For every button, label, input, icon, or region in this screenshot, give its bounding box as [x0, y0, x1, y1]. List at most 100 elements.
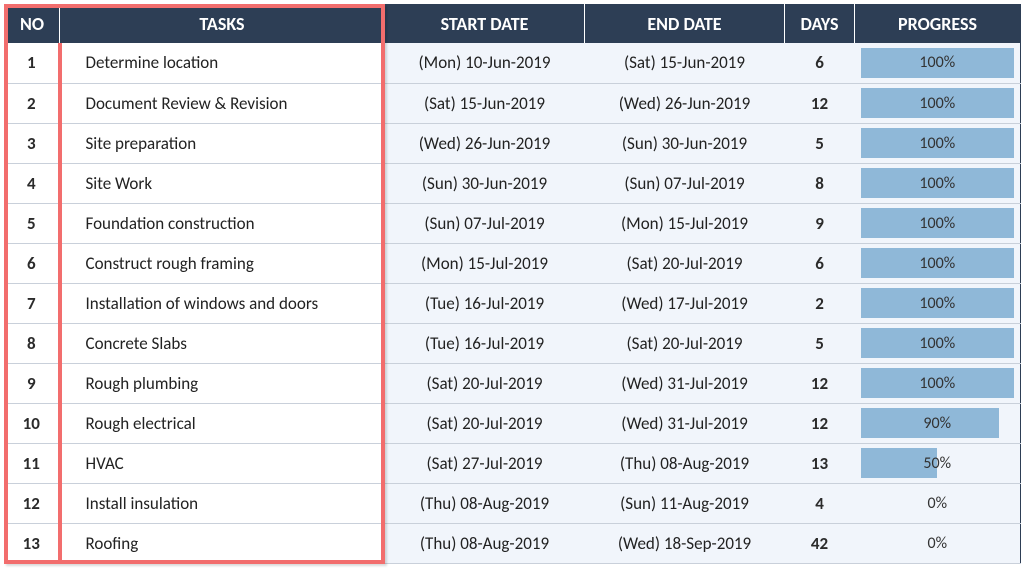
- header-end[interactable]: END DATE: [585, 5, 785, 44]
- cell-end[interactable]: (Wed) 31-Jul-2019: [585, 403, 785, 443]
- cell-start[interactable]: (Sat) 27-Jul-2019: [385, 443, 585, 483]
- cell-start[interactable]: (Sat) 20-Jul-2019: [385, 403, 585, 443]
- cell-no[interactable]: 13: [5, 523, 60, 563]
- cell-no[interactable]: 5: [5, 203, 60, 243]
- cell-task[interactable]: Foundation construction: [60, 203, 385, 243]
- cell-end[interactable]: (Sat) 20-Jul-2019: [585, 243, 785, 283]
- cell-task[interactable]: Site Work: [60, 163, 385, 203]
- cell-days[interactable]: 12: [785, 363, 855, 403]
- header-no[interactable]: NO: [5, 5, 60, 44]
- cell-days[interactable]: 6: [785, 43, 855, 83]
- cell-no[interactable]: 1: [5, 43, 60, 83]
- header-start[interactable]: START DATE: [385, 5, 585, 44]
- cell-no[interactable]: 7: [5, 283, 60, 323]
- cell-progress[interactable]: 50%: [855, 443, 1021, 483]
- progress-bar: 90%: [861, 408, 1015, 438]
- progress-bar: 0%: [861, 488, 1015, 518]
- cell-progress[interactable]: 100%: [855, 163, 1021, 203]
- cell-start[interactable]: (Thu) 08-Aug-2019: [385, 523, 585, 563]
- cell-progress[interactable]: 0%: [855, 523, 1021, 563]
- cell-progress[interactable]: 100%: [855, 43, 1021, 83]
- cell-days[interactable]: 5: [785, 323, 855, 363]
- cell-no[interactable]: 2: [5, 83, 60, 123]
- cell-progress[interactable]: 100%: [855, 283, 1021, 323]
- cell-days[interactable]: 4: [785, 483, 855, 523]
- cell-no[interactable]: 9: [5, 363, 60, 403]
- cell-task[interactable]: Construct rough framing: [60, 243, 385, 283]
- cell-task[interactable]: Install insulation: [60, 483, 385, 523]
- cell-task[interactable]: Installation of windows and doors: [60, 283, 385, 323]
- header-tasks[interactable]: TASKS: [60, 5, 385, 44]
- cell-start[interactable]: (Wed) 26-Jun-2019: [385, 123, 585, 163]
- cell-start[interactable]: (Mon) 15-Jul-2019: [385, 243, 585, 283]
- progress-label: 100%: [861, 248, 1015, 278]
- cell-task[interactable]: Rough electrical: [60, 403, 385, 443]
- cell-no[interactable]: 12: [5, 483, 60, 523]
- cell-start[interactable]: (Sun) 07-Jul-2019: [385, 203, 585, 243]
- progress-bar: 100%: [861, 168, 1015, 198]
- cell-end[interactable]: (Wed) 31-Jul-2019: [585, 363, 785, 403]
- cell-progress[interactable]: 100%: [855, 323, 1021, 363]
- header-days[interactable]: DAYS: [785, 5, 855, 44]
- cell-progress[interactable]: 100%: [855, 243, 1021, 283]
- cell-days[interactable]: 9: [785, 203, 855, 243]
- cell-task[interactable]: Site preparation: [60, 123, 385, 163]
- cell-task[interactable]: Determine location: [60, 43, 385, 83]
- cell-end[interactable]: (Thu) 08-Aug-2019: [585, 443, 785, 483]
- cell-no[interactable]: 11: [5, 443, 60, 483]
- cell-no[interactable]: 3: [5, 123, 60, 163]
- progress-label: 90%: [861, 408, 1015, 438]
- cell-task[interactable]: Concrete Slabs: [60, 323, 385, 363]
- table-row: 5Foundation construction(Sun) 07-Jul-201…: [5, 203, 1021, 243]
- cell-progress[interactable]: 100%: [855, 123, 1021, 163]
- cell-days[interactable]: 13: [785, 443, 855, 483]
- cell-days[interactable]: 12: [785, 83, 855, 123]
- cell-no[interactable]: 8: [5, 323, 60, 363]
- cell-start[interactable]: (Sun) 30-Jun-2019: [385, 163, 585, 203]
- cell-end[interactable]: (Sat) 20-Jul-2019: [585, 323, 785, 363]
- header-row: NO TASKS START DATE END DATE DAYS PROGRE…: [5, 5, 1021, 44]
- cell-days[interactable]: 2: [785, 283, 855, 323]
- cell-end[interactable]: (Wed) 17-Jul-2019: [585, 283, 785, 323]
- table-row: 10Rough electrical(Sat) 20-Jul-2019(Wed)…: [5, 403, 1021, 443]
- cell-task[interactable]: Rough plumbing: [60, 363, 385, 403]
- progress-bar: 100%: [861, 288, 1015, 318]
- cell-progress[interactable]: 100%: [855, 83, 1021, 123]
- cell-end[interactable]: (Wed) 18-Sep-2019: [585, 523, 785, 563]
- header-progress[interactable]: PROGRESS: [855, 5, 1021, 44]
- cell-start[interactable]: (Tue) 16-Jul-2019: [385, 323, 585, 363]
- cell-start[interactable]: (Thu) 08-Aug-2019: [385, 483, 585, 523]
- cell-end[interactable]: (Sun) 30-Jun-2019: [585, 123, 785, 163]
- cell-start[interactable]: (Mon) 10-Jun-2019: [385, 43, 585, 83]
- cell-no[interactable]: 10: [5, 403, 60, 443]
- progress-bar: 100%: [861, 88, 1015, 118]
- progress-label: 0%: [861, 488, 1015, 518]
- cell-progress[interactable]: 100%: [855, 363, 1021, 403]
- cell-end[interactable]: (Sat) 15-Jun-2019: [585, 43, 785, 83]
- cell-start[interactable]: (Sat) 15-Jun-2019: [385, 83, 585, 123]
- cell-start[interactable]: (Tue) 16-Jul-2019: [385, 283, 585, 323]
- cell-end[interactable]: (Wed) 26-Jun-2019: [585, 83, 785, 123]
- cell-no[interactable]: 4: [5, 163, 60, 203]
- cell-task[interactable]: Roofing: [60, 523, 385, 563]
- cell-end[interactable]: (Sun) 07-Jul-2019: [585, 163, 785, 203]
- cell-days[interactable]: 12: [785, 403, 855, 443]
- cell-progress[interactable]: 100%: [855, 203, 1021, 243]
- cell-days[interactable]: 5: [785, 123, 855, 163]
- cell-days[interactable]: 42: [785, 523, 855, 563]
- cell-end[interactable]: (Mon) 15-Jul-2019: [585, 203, 785, 243]
- progress-bar: 100%: [861, 328, 1015, 358]
- cell-end[interactable]: (Sun) 11-Aug-2019: [585, 483, 785, 523]
- cell-days[interactable]: 6: [785, 243, 855, 283]
- cell-start[interactable]: (Sat) 20-Jul-2019: [385, 363, 585, 403]
- sheet-wrapper: NO TASKS START DATE END DATE DAYS PROGRE…: [4, 4, 1020, 564]
- task-table: NO TASKS START DATE END DATE DAYS PROGRE…: [4, 4, 1021, 564]
- cell-days[interactable]: 8: [785, 163, 855, 203]
- cell-task[interactable]: Document Review & Revision: [60, 83, 385, 123]
- cell-task[interactable]: HVAC: [60, 443, 385, 483]
- cell-no[interactable]: 6: [5, 243, 60, 283]
- cell-progress[interactable]: 90%: [855, 403, 1021, 443]
- progress-label: 100%: [861, 168, 1015, 198]
- cell-progress[interactable]: 0%: [855, 483, 1021, 523]
- table-row: 13Roofing(Thu) 08-Aug-2019(Wed) 18-Sep-2…: [5, 523, 1021, 563]
